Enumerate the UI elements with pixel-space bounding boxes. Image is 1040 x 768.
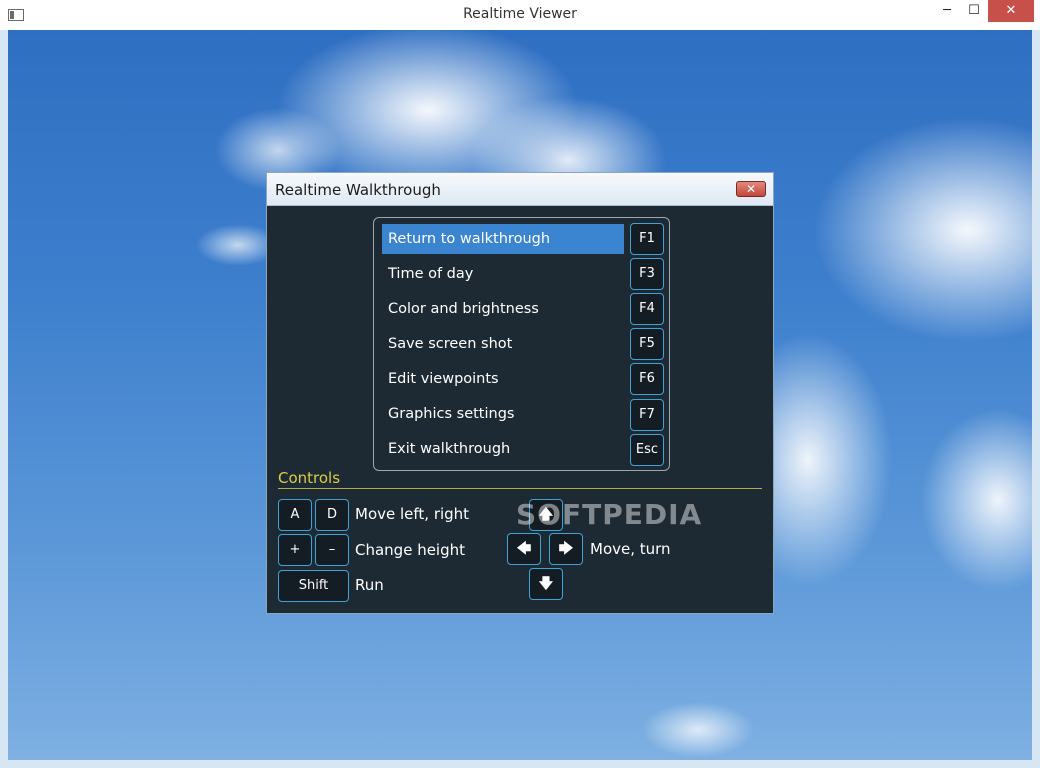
key-f6[interactable]: F6	[630, 363, 664, 395]
dialog-title: Realtime Walkthrough	[275, 181, 441, 199]
key-f4[interactable]: F4	[630, 293, 664, 325]
key-plus: +	[278, 534, 312, 566]
dialog-titlebar: Realtime Walkthrough ✕	[267, 173, 773, 206]
move-left-right-label: Move left, right	[355, 505, 470, 523]
key-f3[interactable]: F3	[630, 258, 664, 290]
menu-panel: Return to walkthrough F1 Time of day F3 …	[373, 217, 670, 471]
menu-item-time-of-day[interactable]: Time of day	[382, 259, 624, 289]
window-titlebar: Realtime Viewer ─ ☐ ✕	[0, 0, 1040, 30]
key-a: A	[278, 499, 312, 531]
arrow-left-icon: 🡄	[507, 533, 541, 565]
minimize-button[interactable]: ─	[935, 0, 959, 22]
dialog-close-button[interactable]: ✕	[736, 181, 766, 197]
menu-item-color-and-brightness[interactable]: Color and brightness	[382, 294, 624, 324]
move-turn-label: Move, turn	[590, 540, 671, 558]
key-f5[interactable]: F5	[630, 328, 664, 360]
menu-item-edit-viewpoints[interactable]: Edit viewpoints	[382, 364, 624, 394]
change-height-label: Change height	[355, 541, 466, 559]
menu-item-return-to-walkthrough[interactable]: Return to walkthrough	[382, 224, 624, 254]
key-minus: –	[315, 534, 349, 566]
window-border-right	[1032, 30, 1040, 760]
controls-divider	[278, 488, 762, 489]
menu-item-save-screen-shot[interactable]: Save screen shot	[382, 329, 624, 359]
controls-heading: Controls	[278, 469, 341, 487]
softpedia-watermark: SOFTPEDIA	[516, 498, 703, 531]
window-title: Realtime Viewer	[463, 6, 577, 22]
run-label: Run	[355, 576, 384, 594]
key-f7[interactable]: F7	[630, 399, 664, 431]
close-button[interactable]: ✕	[988, 0, 1034, 22]
maximize-button[interactable]: ☐	[962, 0, 986, 22]
key-shift: Shift	[278, 570, 349, 602]
key-f1[interactable]: F1	[630, 223, 664, 255]
walkthrough-dialog: Realtime Walkthrough ✕ Return to walkthr…	[266, 172, 774, 614]
arrow-down-icon: 🡇	[529, 568, 563, 600]
menu-item-graphics-settings[interactable]: Graphics settings	[382, 399, 624, 429]
key-esc[interactable]: Esc	[630, 434, 664, 466]
window-border-left	[0, 30, 8, 760]
menu-item-exit-walkthrough[interactable]: Exit walkthrough	[382, 434, 624, 464]
arrow-right-icon: 🡆	[549, 533, 583, 565]
window-border-bottom	[0, 760, 1040, 768]
key-d: D	[315, 499, 349, 531]
